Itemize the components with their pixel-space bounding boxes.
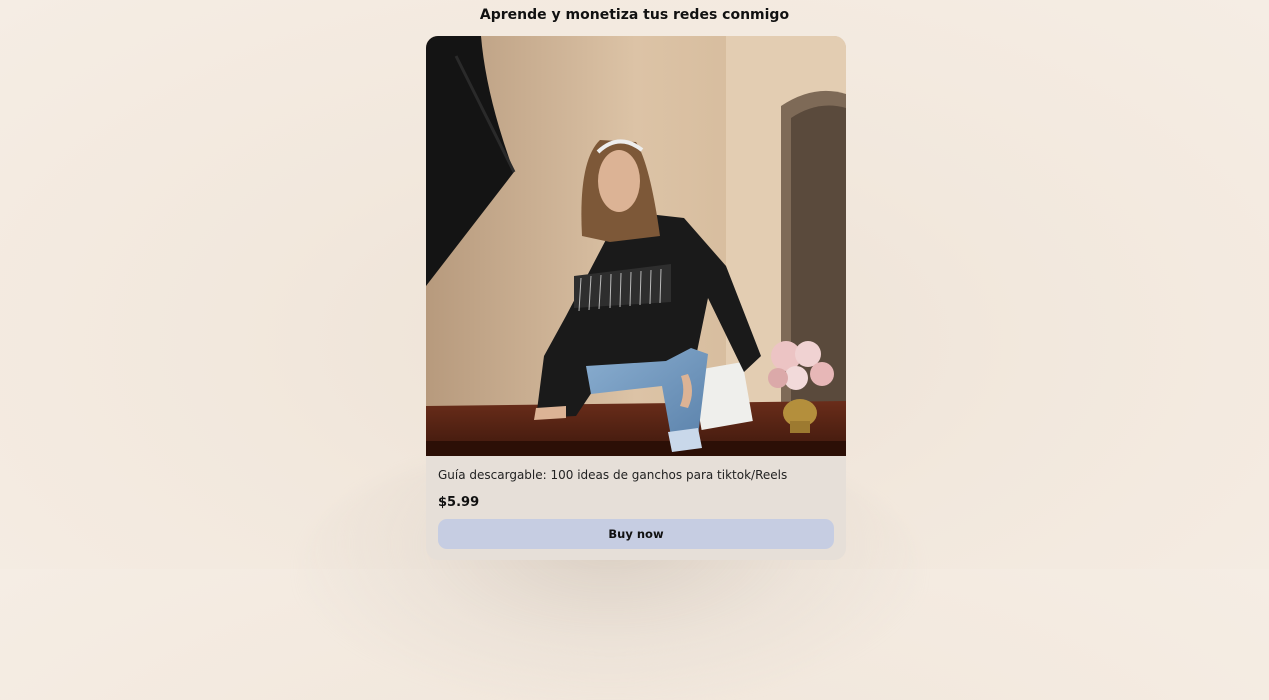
product-price: $5.99 [438, 495, 480, 510]
buy-now-button[interactable]: Buy now [438, 519, 834, 549]
product-image [426, 36, 846, 456]
product-card[interactable]: Guía descargable: 100 ideas de ganchos p… [426, 36, 846, 560]
product-title: Guía descargable: 100 ideas de ganchos p… [438, 468, 788, 482]
page-title: Aprende y monetiza tus redes conmigo [479, 7, 790, 23]
